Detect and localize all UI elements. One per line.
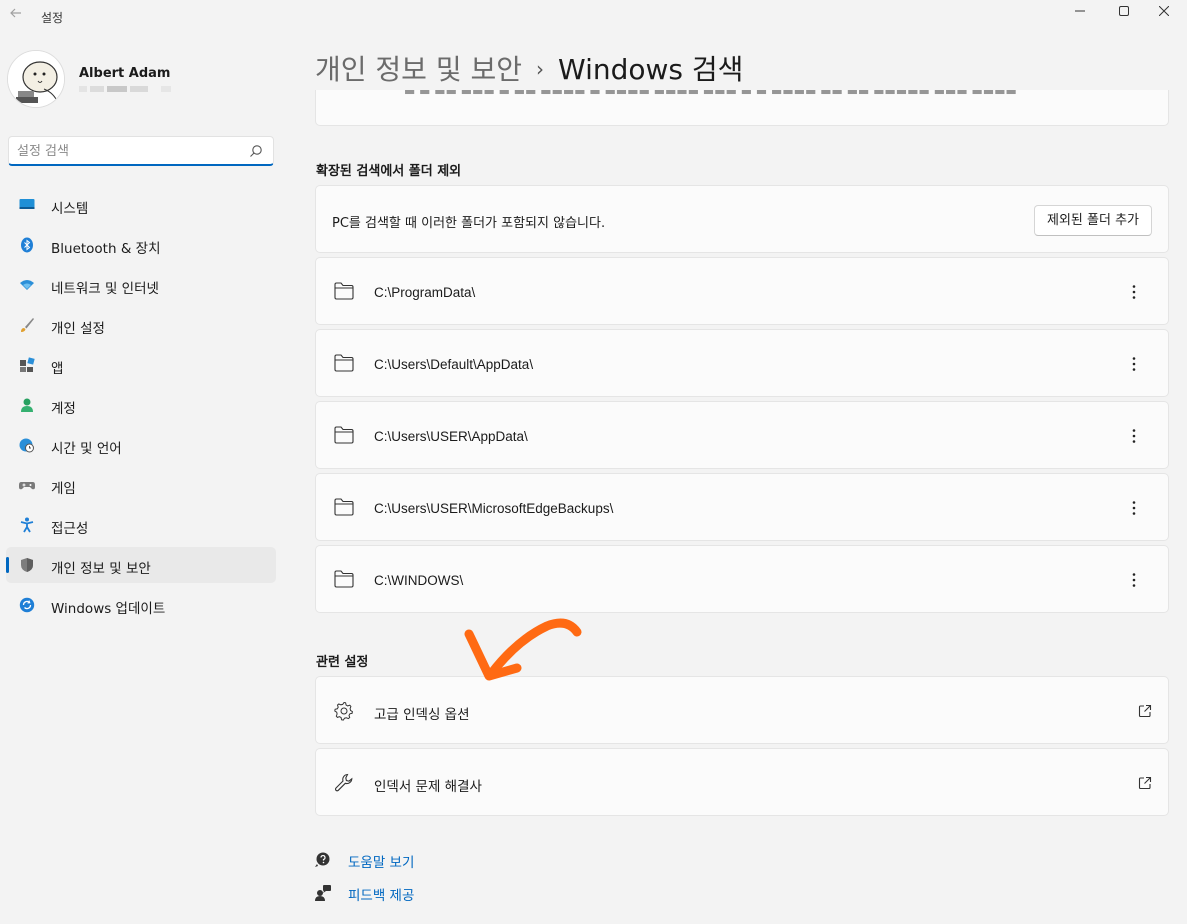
app-title: 설정 — [41, 11, 64, 25]
more-options-icon[interactable] — [1124, 570, 1144, 590]
folder-icon — [334, 570, 354, 588]
maximize-icon — [1119, 6, 1129, 16]
sidebar-item-label: Bluetooth & 장치 — [51, 241, 161, 257]
sidebar-item-label: 시간 및 언어 — [51, 441, 122, 457]
sidebar-item-personalization[interactable]: 개인 설정 — [6, 307, 276, 343]
related-item-label: 고급 인덱싱 옵션 — [374, 707, 470, 723]
exclude-folders-card: PC를 검색할 때 이러한 폴더가 포함되지 않습니다. 제외된 폴더 추가 — [315, 185, 1169, 253]
sidebar-nav: 시스템 Bluetooth & 장치 네트워크 및 인터넷 개인 설정 앱 계정… — [6, 187, 276, 627]
sidebar-item-label: 네트워크 및 인터넷 — [51, 281, 159, 297]
folder-icon — [334, 426, 354, 444]
folder-row: C:\Users\Default\AppData\ — [315, 329, 1169, 397]
minimize-icon — [1075, 10, 1085, 12]
sidebar-item-network[interactable]: 네트워크 및 인터넷 — [6, 267, 276, 303]
folder-path: C:\Users\Default\AppData\ — [374, 357, 534, 372]
search-icon[interactable] — [249, 144, 263, 158]
avatar — [7, 50, 65, 108]
indexer-troubleshooter-row[interactable]: 인덱서 문제 해결사 — [315, 748, 1169, 816]
system-icon — [19, 199, 35, 209]
settings-search[interactable] — [8, 136, 274, 166]
bluetooth-icon — [21, 237, 33, 253]
sidebar-item-label: 계정 — [51, 401, 76, 417]
page-title: Windows 검색 — [558, 53, 744, 86]
arrow-left-icon — [10, 8, 21, 18]
folder-path: C:\Users\USER\AppData\ — [374, 429, 528, 444]
scrolled-card: ▬ ▬ ▬▬ ▬▬▬ ▬ ▬▬ ▬▬▬▬ ▬ ▬▬▬▬ ▬▬▬▬ ▬▬▬ ▬ ▬… — [315, 90, 1169, 126]
related-section-title: 관련 설정 — [316, 655, 369, 670]
avatar-image — [8, 51, 64, 107]
sidebar-item-bluetooth[interactable]: Bluetooth & 장치 — [6, 227, 276, 263]
search-input[interactable] — [17, 142, 242, 160]
folder-path: C:\Users\USER\MicrosoftEdgeBackups\ — [374, 501, 614, 516]
more-options-icon[interactable] — [1124, 498, 1144, 518]
back-button[interactable] — [6, 6, 26, 26]
scrolled-card-text: ▬ ▬ ▬▬ ▬▬▬ ▬ ▬▬ ▬▬▬▬ ▬ ▬▬▬▬ ▬▬▬▬ ▬▬▬ ▬ ▬… — [404, 90, 1017, 98]
folder-row: C:\ProgramData\ — [315, 257, 1169, 325]
add-excluded-folder-button[interactable]: 제외된 폴더 추가 — [1034, 205, 1152, 236]
wrench-icon — [335, 773, 353, 792]
get-help-label: 도움말 보기 — [348, 855, 415, 871]
shield-icon — [21, 558, 33, 572]
accessibility-icon — [20, 517, 34, 533]
wifi-icon — [20, 280, 34, 290]
close-button[interactable] — [1141, 0, 1187, 22]
breadcrumb: 개인 정보 및 보안 › Windows 검색 — [315, 48, 743, 88]
more-options-icon[interactable] — [1124, 282, 1144, 302]
folder-path: C:\WINDOWS\ — [374, 573, 464, 588]
update-icon — [19, 597, 35, 613]
external-link-icon — [1138, 704, 1152, 718]
give-feedback-label: 피드백 제공 — [348, 888, 415, 904]
folder-icon — [334, 354, 354, 372]
sidebar-item-system[interactable]: 시스템 — [6, 187, 276, 223]
sidebar-item-accounts[interactable]: 계정 — [6, 387, 276, 423]
help-icon — [315, 852, 330, 867]
sidebar-item-label: 게임 — [51, 481, 76, 497]
sidebar-item-label: 시스템 — [51, 201, 89, 217]
feedback-icon — [315, 885, 331, 901]
folder-row: C:\Users\USER\AppData\ — [315, 401, 1169, 469]
folder-path: C:\ProgramData\ — [374, 285, 476, 300]
breadcrumb-separator: › — [536, 57, 545, 81]
user-email-redacted — [79, 86, 189, 92]
sidebar-item-privacy-security[interactable]: 개인 정보 및 보안 — [6, 547, 276, 583]
sidebar-item-apps[interactable]: 앱 — [6, 347, 276, 383]
folder-row: C:\Users\USER\MicrosoftEdgeBackups\ — [315, 473, 1169, 541]
sidebar-item-accessibility[interactable]: 접근성 — [6, 507, 276, 543]
folder-icon — [334, 498, 354, 516]
title-bar: 설정 — [0, 0, 1187, 34]
related-item-label: 인덱서 문제 해결사 — [374, 779, 482, 795]
more-options-icon[interactable] — [1124, 354, 1144, 374]
account-icon — [21, 398, 33, 412]
sidebar-item-time-language[interactable]: 시간 및 언어 — [6, 427, 276, 463]
exclude-description: PC를 검색할 때 이러한 폴더가 포함되지 않습니다. — [332, 216, 606, 231]
sidebar-item-label: 개인 정보 및 보안 — [51, 561, 151, 577]
gear-icon — [334, 701, 353, 721]
gamepad-icon — [19, 482, 35, 490]
folder-icon — [334, 282, 354, 300]
exclude-section-title: 확장된 검색에서 폴더 제외 — [316, 164, 462, 179]
breadcrumb-parent[interactable]: 개인 정보 및 보안 — [315, 53, 522, 86]
sidebar-item-gaming[interactable]: 게임 — [6, 467, 276, 503]
folder-row: C:\WINDOWS\ — [315, 545, 1169, 613]
more-options-icon[interactable] — [1124, 426, 1144, 446]
user-name: Albert Adam — [79, 66, 171, 81]
external-link-icon — [1138, 776, 1152, 790]
sidebar-item-label: 접근성 — [51, 521, 89, 537]
advanced-indexing-options-row[interactable]: 고급 인덱싱 옵션 — [315, 676, 1169, 744]
apps-icon — [20, 357, 35, 372]
sidebar-item-label: 개인 설정 — [51, 321, 105, 337]
close-icon — [1159, 6, 1169, 16]
brush-icon — [21, 318, 34, 332]
clock-globe-icon — [19, 438, 34, 453]
sidebar-item-label: 앱 — [51, 361, 64, 377]
sidebar-item-label: Windows 업데이트 — [51, 601, 166, 617]
sidebar-item-windows-update[interactable]: Windows 업데이트 — [6, 587, 276, 623]
minimize-button[interactable] — [1057, 0, 1103, 22]
